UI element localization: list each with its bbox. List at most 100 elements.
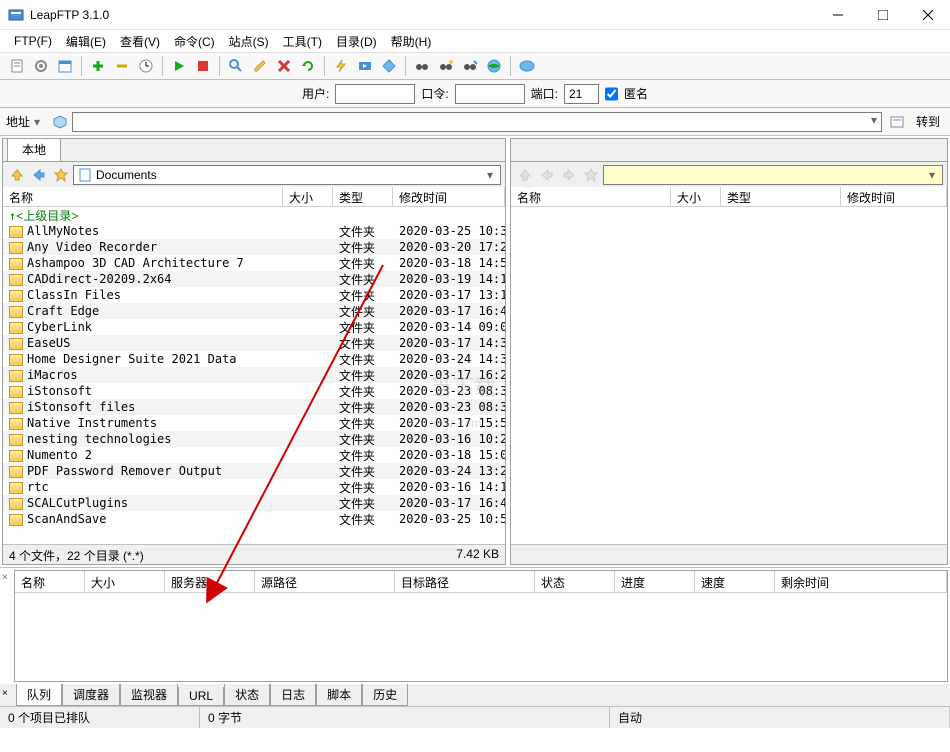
tb-diamond-icon[interactable] xyxy=(378,55,400,77)
tb-binoculars2-icon[interactable] xyxy=(435,55,457,77)
tb-stop-icon[interactable] xyxy=(192,55,214,77)
btab-script[interactable]: 脚本 xyxy=(316,684,362,706)
tb-clock-icon[interactable] xyxy=(135,55,157,77)
tb-binoculars-icon[interactable] xyxy=(411,55,433,77)
qcol-server[interactable]: 服务器 xyxy=(165,571,255,592)
tb-document-icon[interactable] xyxy=(6,55,28,77)
user-input[interactable] xyxy=(335,84,415,104)
file-row[interactable]: AllMyNotes文件夹2020-03-25 10:37 xyxy=(3,223,505,239)
address-combo[interactable]: ▾ xyxy=(72,112,882,132)
maximize-button[interactable] xyxy=(860,0,905,29)
file-row[interactable]: ClassIn Files文件夹2020-03-17 13:10 xyxy=(3,287,505,303)
remote-path-combo[interactable]: ▾ xyxy=(603,165,943,185)
tb-plus-icon[interactable] xyxy=(87,55,109,77)
btab-monitor[interactable]: 监视器 xyxy=(120,684,178,706)
tb-globe-icon[interactable] xyxy=(483,55,505,77)
qcol-status[interactable]: 状态 xyxy=(535,571,615,592)
tb-minus-icon[interactable] xyxy=(111,55,133,77)
tabs-close-x[interactable]: × xyxy=(2,688,8,699)
file-row[interactable]: Any Video Recorder文件夹2020-03-20 17:20 xyxy=(3,239,505,255)
port-input[interactable] xyxy=(564,84,599,104)
col-type[interactable]: 类型 xyxy=(333,187,393,206)
rcol-type[interactable]: 类型 xyxy=(721,187,841,206)
file-row[interactable]: CADdirect-20209.2x64文件夹2020-03-19 14:13 xyxy=(3,271,505,287)
qcol-name[interactable]: 名称 xyxy=(15,571,85,592)
qcol-speed[interactable]: 速度 xyxy=(695,571,775,592)
menu-tools[interactable]: 工具(T) xyxy=(277,31,328,52)
local-file-list[interactable]: ↑<上级目录> AllMyNotes文件夹2020-03-25 10:37Any… xyxy=(3,207,505,544)
file-row[interactable]: Numento 2文件夹2020-03-18 15:00 xyxy=(3,447,505,463)
menu-ftp[interactable]: FTP(F) xyxy=(8,32,58,50)
tb-info-icon[interactable] xyxy=(516,55,538,77)
btab-status[interactable]: 状态 xyxy=(224,684,270,706)
tb-play-icon[interactable] xyxy=(168,55,190,77)
file-row[interactable]: iStonsoft文件夹2020-03-23 08:33 xyxy=(3,383,505,399)
file-row[interactable]: rtc文件夹2020-03-16 14:15 xyxy=(3,479,505,495)
tb-calendar-icon[interactable] xyxy=(54,55,76,77)
file-row[interactable]: Home Designer Suite 2021 Data文件夹2020-03-… xyxy=(3,351,505,367)
tb-pencil-icon[interactable] xyxy=(249,55,271,77)
file-row[interactable]: PDF Password Remover Output文件夹2020-03-24… xyxy=(3,463,505,479)
file-row[interactable]: EaseUS文件夹2020-03-17 14:30 xyxy=(3,335,505,351)
menu-view[interactable]: 查看(V) xyxy=(114,31,166,52)
menu-edit[interactable]: 编辑(E) xyxy=(60,31,112,52)
queue-panel: 名称 大小 服务器 源路径 目标路径 状态 进度 速度 剩余时间 xyxy=(14,570,948,682)
qcol-remain[interactable]: 剩余时间 xyxy=(775,571,947,592)
local-path-combo[interactable]: Documents ▾ xyxy=(73,165,501,185)
file-row[interactable]: nesting technologies文件夹2020-03-16 10:27 xyxy=(3,431,505,447)
file-row[interactable]: SCALCutPlugins文件夹2020-03-17 16:42 xyxy=(3,495,505,511)
tb-delete-icon[interactable] xyxy=(273,55,295,77)
menu-directory[interactable]: 目录(D) xyxy=(330,31,383,52)
file-row[interactable]: CyberLink文件夹2020-03-14 09:00 xyxy=(3,319,505,335)
minimize-button[interactable] xyxy=(815,0,860,29)
btab-scheduler[interactable]: 调度器 xyxy=(62,684,120,706)
col-mtime[interactable]: 修改时间 xyxy=(393,187,505,206)
remote-up-icon[interactable] xyxy=(515,165,535,185)
col-size[interactable]: 大小 xyxy=(283,187,333,206)
remote-file-list[interactable] xyxy=(511,207,947,544)
menu-command[interactable]: 命令(C) xyxy=(168,31,221,52)
btab-queue[interactable]: 队列 xyxy=(16,684,62,706)
file-row[interactable]: ScanAndSave文件夹2020-03-25 10:53 xyxy=(3,511,505,527)
parent-dir-row[interactable]: ↑<上级目录> xyxy=(3,207,505,223)
anonymous-checkbox[interactable] xyxy=(605,84,618,104)
sb-bytes: 0 字节 xyxy=(200,707,610,728)
history-icon[interactable] xyxy=(886,111,908,133)
toolbar xyxy=(0,52,950,80)
menu-site[interactable]: 站点(S) xyxy=(223,31,275,52)
btab-url[interactable]: URL xyxy=(178,687,224,706)
local-tab[interactable]: 本地 xyxy=(7,139,61,161)
remote-fwd-icon[interactable] xyxy=(559,165,579,185)
remote-back-icon[interactable] xyxy=(537,165,557,185)
rcol-name[interactable]: 名称 xyxy=(511,187,671,206)
rcol-size[interactable]: 大小 xyxy=(671,187,721,206)
qcol-size[interactable]: 大小 xyxy=(85,571,165,592)
file-row[interactable]: iStonsoft files文件夹2020-03-23 08:33 xyxy=(3,399,505,415)
file-row[interactable]: Ashampoo 3D CAD Architecture 7文件夹2020-03… xyxy=(3,255,505,271)
menu-help[interactable]: 帮助(H) xyxy=(385,31,438,52)
remote-fav-icon[interactable] xyxy=(581,165,601,185)
nav-up-icon[interactable] xyxy=(7,165,27,185)
tb-gear-icon[interactable] xyxy=(30,55,52,77)
tb-refresh-icon[interactable] xyxy=(297,55,319,77)
nav-back-icon[interactable] xyxy=(29,165,49,185)
qcol-dst[interactable]: 目标路径 xyxy=(395,571,535,592)
qcol-src[interactable]: 源路径 xyxy=(255,571,395,592)
close-button[interactable] xyxy=(905,0,950,29)
tb-find-icon[interactable] xyxy=(459,55,481,77)
queue-close-x[interactable]: × xyxy=(2,572,8,583)
tb-search-icon[interactable] xyxy=(225,55,247,77)
file-row[interactable]: Native Instruments文件夹2020-03-17 15:53 xyxy=(3,415,505,431)
rcol-mtime[interactable]: 修改时间 xyxy=(841,187,947,206)
tb-bolt-icon[interactable] xyxy=(330,55,352,77)
password-input[interactable] xyxy=(455,84,525,104)
btab-log[interactable]: 日志 xyxy=(270,684,316,706)
go-label[interactable]: 转到 xyxy=(912,113,944,130)
nav-fav-icon[interactable] xyxy=(51,165,71,185)
tb-transfer-icon[interactable] xyxy=(354,55,376,77)
col-name[interactable]: 名称 xyxy=(3,187,283,206)
btab-history[interactable]: 历史 xyxy=(362,684,408,706)
file-row[interactable]: Craft Edge文件夹2020-03-17 16:42 xyxy=(3,303,505,319)
qcol-progress[interactable]: 进度 xyxy=(615,571,695,592)
file-row[interactable]: iMacros文件夹2020-03-17 16:22 xyxy=(3,367,505,383)
